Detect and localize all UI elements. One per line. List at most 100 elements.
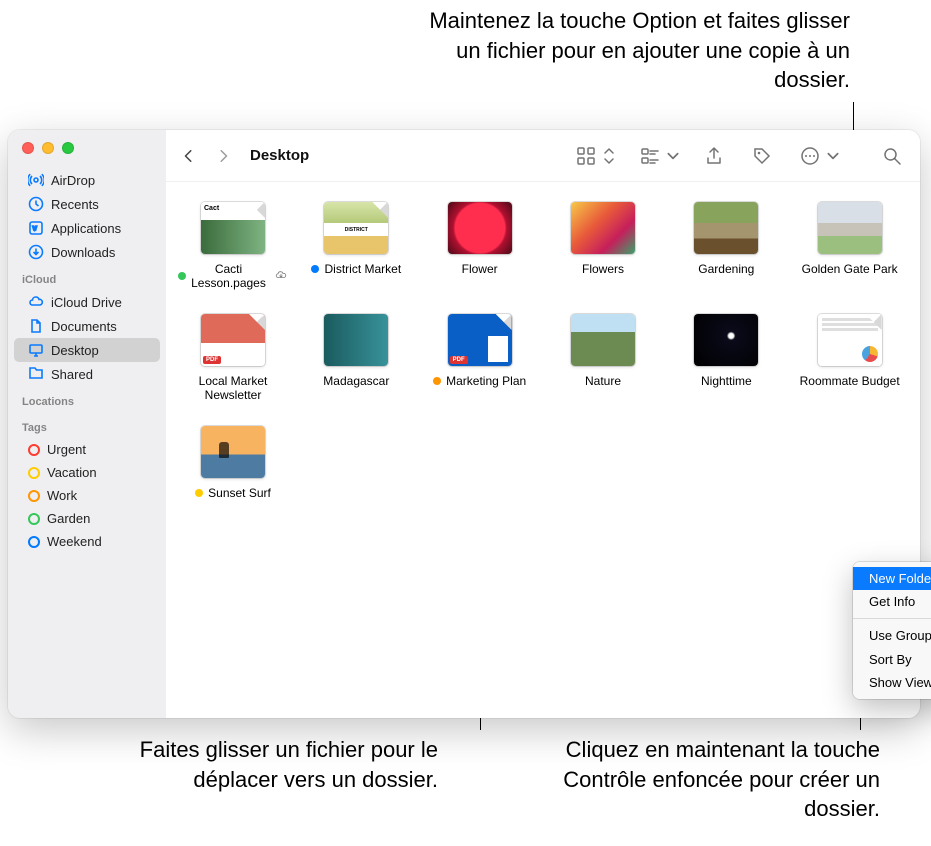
file-thumbnail: [818, 202, 882, 254]
file-item[interactable]: Cact Cacti Lesson.pages: [178, 202, 288, 290]
back-button[interactable]: [180, 145, 198, 167]
file-thumbnail: Cact: [201, 202, 265, 254]
menu-item-label: Use Groups: [869, 628, 931, 643]
file-name: Marketing Plan: [446, 374, 526, 388]
group-button[interactable]: [636, 142, 664, 170]
sidebar-tag-vacation[interactable]: Vacation: [14, 461, 160, 484]
main-area: Desktop: [166, 130, 920, 718]
sidebar-item-label: Applications: [51, 221, 121, 236]
file-item[interactable]: Flowers: [548, 202, 658, 290]
sidebar-tag-urgent[interactable]: Urgent: [14, 438, 160, 461]
tag-dot-icon: [178, 272, 186, 280]
more-button[interactable]: [796, 142, 824, 170]
menu-item-sort-by[interactable]: Sort By›: [853, 647, 931, 671]
window-title: Desktop: [250, 147, 309, 164]
menu-item-use-groups[interactable]: Use Groups: [853, 624, 931, 647]
file-thumbnail: [818, 314, 882, 366]
sidebar-item-documents[interactable]: Documents: [14, 314, 160, 338]
file-item[interactable]: Nature: [548, 314, 658, 402]
file-thumbnail: [571, 202, 635, 254]
tag-dot-icon: [28, 513, 40, 525]
file-name: Sunset Surf: [208, 486, 271, 500]
view-dropdown-icon[interactable]: [602, 142, 616, 170]
sidebar-tag-work[interactable]: Work: [14, 484, 160, 507]
file-area[interactable]: Cact Cacti Lesson.pages DISTRICT District M…: [166, 182, 920, 718]
callout-bottom-right: Cliquez en maintenant la touche Contrôle…: [550, 735, 880, 824]
file-name: District Market: [324, 262, 401, 276]
sidebar-item-airdrop[interactable]: AirDrop: [14, 168, 160, 192]
menu-item-get-info[interactable]: Get Info: [853, 590, 931, 613]
sidebar-item-applications[interactable]: Applications: [14, 216, 160, 240]
minimize-button[interactable]: [42, 142, 54, 154]
sidebar-favorites: AirDrop Recents Applications Downloads: [8, 168, 166, 264]
sidebar-tag-weekend[interactable]: Weekend: [14, 530, 160, 553]
tag-dot-icon: [433, 377, 441, 385]
sidebar-item-label: Urgent: [47, 442, 86, 457]
sidebar-item-label: Vacation: [47, 465, 97, 480]
sidebar-item-label: Garden: [47, 511, 90, 526]
zoom-button[interactable]: [62, 142, 74, 154]
file-name: Madagascar: [323, 374, 389, 388]
tag-dot-icon: [28, 467, 40, 479]
file-thumbnail: [571, 314, 635, 366]
tag-dot-icon: [28, 444, 40, 456]
menu-item-show-view-options[interactable]: Show View Options: [853, 671, 931, 694]
sidebar-item-icloud-drive[interactable]: iCloud Drive: [14, 290, 160, 314]
file-name: Cacti Lesson.pages: [191, 262, 266, 290]
file-name: Roommate Budget: [800, 374, 900, 388]
callout-top: Maintenez la touche Option et faites gli…: [420, 6, 850, 95]
file-item[interactable]: Sunset Surf: [178, 426, 288, 500]
menu-separator: [853, 618, 931, 619]
share-button[interactable]: [700, 142, 728, 170]
finder-window: AirDrop Recents Applications Downloads iClo…: [8, 130, 920, 718]
file-item[interactable]: PDF Local Market Newsletter: [178, 314, 288, 402]
menu-item-new-folder[interactable]: New Folder: [853, 567, 931, 590]
file-item[interactable]: Gardening: [671, 202, 781, 290]
cloud-download-icon: [271, 269, 288, 283]
file-name: Golden Gate Park: [802, 262, 898, 276]
file-item[interactable]: Golden Gate Park: [795, 202, 905, 290]
menu-item-label: Get Info: [869, 594, 915, 609]
sidebar-item-label: iCloud Drive: [51, 295, 122, 310]
callout-bottom-left: Faites glisser un fichier pour le déplac…: [100, 735, 438, 794]
file-item[interactable]: Flower: [425, 202, 535, 290]
documents-icon: [28, 318, 44, 334]
menu-item-label: Sort By: [869, 652, 912, 667]
window-controls: [8, 142, 166, 154]
file-item[interactable]: Roommate Budget: [795, 314, 905, 402]
file-item[interactable]: Nighttime: [671, 314, 781, 402]
file-name: Nature: [585, 374, 621, 388]
sidebar-item-label: Weekend: [47, 534, 102, 549]
tags-button[interactable]: [748, 142, 776, 170]
file-item[interactable]: Madagascar: [301, 314, 411, 402]
file-name: Local Market Newsletter: [178, 374, 288, 402]
more-dropdown-icon[interactable]: [826, 142, 840, 170]
sidebar-item-label: AirDrop: [51, 173, 95, 188]
file-thumbnail: PDF: [448, 314, 512, 366]
sidebar-tag-garden[interactable]: Garden: [14, 507, 160, 530]
sidebar-item-label: Downloads: [51, 245, 115, 260]
view-icon-button[interactable]: [572, 142, 600, 170]
search-button[interactable]: [878, 142, 906, 170]
sidebar-item-label: Desktop: [51, 343, 99, 358]
menu-item-label: Show View Options: [869, 675, 931, 690]
downloads-icon: [28, 244, 44, 260]
file-item[interactable]: PDF Marketing Plan: [425, 314, 535, 402]
file-thumbnail: [324, 314, 388, 366]
group-dropdown-icon[interactable]: [666, 142, 680, 170]
file-thumbnail: PDF: [201, 314, 265, 366]
sidebar-item-label: Recents: [51, 197, 99, 212]
sidebar-item-label: Documents: [51, 319, 117, 334]
sidebar-item-desktop[interactable]: Desktop: [14, 338, 160, 362]
toolbar: Desktop: [166, 130, 920, 182]
desktop-icon: [28, 342, 44, 358]
sidebar-item-shared[interactable]: Shared: [14, 362, 160, 386]
airdrop-icon: [28, 172, 44, 188]
file-thumbnail: DISTRICT: [324, 202, 388, 254]
file-item[interactable]: DISTRICT District Market: [301, 202, 411, 290]
sidebar-item-downloads[interactable]: Downloads: [14, 240, 160, 264]
file-thumbnail: [448, 202, 512, 254]
sidebar-item-recents[interactable]: Recents: [14, 192, 160, 216]
close-button[interactable]: [22, 142, 34, 154]
forward-button[interactable]: [214, 145, 232, 167]
